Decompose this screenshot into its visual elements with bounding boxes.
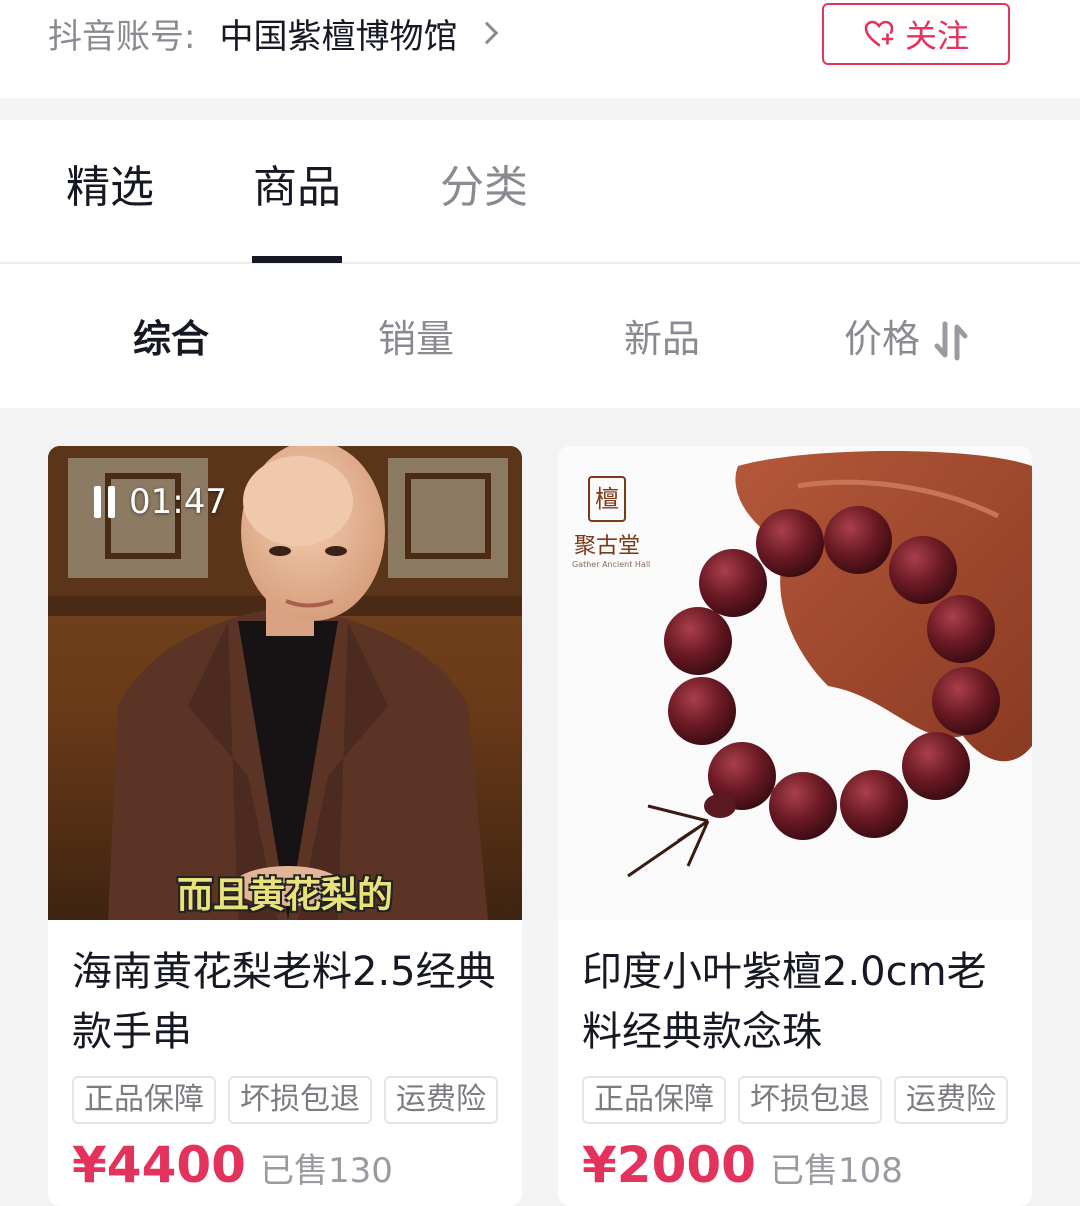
badge-shipping-insurance: 运费险 [384,1076,498,1124]
price-row: ¥4400 已售130 [72,1136,393,1194]
video-time-text: 01:47 [129,482,227,522]
section-divider [0,98,1080,120]
product-image[interactable]: 檀 聚古堂 Gather Ancient Hall [558,446,1032,920]
sort-price[interactable]: 价格 [844,314,920,364]
account-name: 中国紫檀博物馆 [219,16,458,57]
product-price: ¥2000 [582,1136,756,1194]
brand-name: 聚古堂 [573,534,640,559]
product-card[interactable]: 檀 聚古堂 Gather Ancient Hall 印度小叶紫檀2.0cm老料经… [558,446,1032,1206]
sort-new[interactable]: 新品 [624,314,700,364]
active-tab-indicator [252,256,342,263]
sold-count: 已售130 [259,1151,393,1191]
sort-sales[interactable]: 销量 [378,314,454,364]
sold-count: 已售108 [769,1151,903,1191]
badge-damage-return: 坏损包退 [738,1076,882,1124]
brand-seal-icon: 檀 [588,476,626,522]
follow-label: 关注 [904,17,969,55]
badge-authentic: 正品保障 [582,1076,726,1124]
product-video-thumbnail[interactable]: 01:47 而且黄花梨的 [48,446,522,920]
follow-button[interactable]: 关注 [822,3,1010,65]
badge-authentic: 正品保障 [72,1076,216,1124]
video-duration: 01:47 [94,482,227,522]
pause-icon[interactable] [94,486,115,518]
service-badges: 正品保障 坏损包退 运费险 [582,1076,1008,1124]
sort-arrows-icon[interactable] [934,321,968,361]
chevron-right-icon [476,21,499,45]
product-price: ¥4400 [72,1136,246,1194]
main-tabs: 精选 商品 分类 [0,120,1080,264]
sort-comprehensive[interactable]: 综合 [133,314,209,364]
brand-subtitle: Gather Ancient Hall [572,560,651,569]
product-title[interactable]: 印度小叶紫檀2.0cm老料经典款念珠 [582,942,1012,1062]
brand-logo: 檀 聚古堂 Gather Ancient Hall [572,476,651,569]
product-title[interactable]: 海南黄花梨老料2.5经典款手串 [72,942,502,1062]
price-row: ¥2000 已售108 [582,1136,903,1194]
service-badges: 正品保障 坏损包退 运费险 [72,1076,498,1124]
badge-shipping-insurance: 运费险 [894,1076,1008,1124]
account-link[interactable]: 抖音账号: 中国紫檀博物馆 [48,8,499,58]
heart-plus-icon [864,20,894,47]
account-label: 抖音账号: [48,16,196,57]
video-subtitle: 而且黄花梨的 [176,875,393,916]
sort-bar: 综合 销量 新品 价格 [0,264,1080,408]
tab-products[interactable]: 商品 [253,158,341,218]
product-card[interactable]: 01:47 而且黄花梨的 海南黄花梨老料2.5经典款手串 正品保障 坏损包退 运… [48,446,522,1206]
tab-featured[interactable]: 精选 [66,158,154,218]
badge-damage-return: 坏损包退 [228,1076,372,1124]
account-header: 抖音账号: 中国紫檀博物馆 关注 [0,0,1080,98]
tab-categories[interactable]: 分类 [440,158,528,218]
